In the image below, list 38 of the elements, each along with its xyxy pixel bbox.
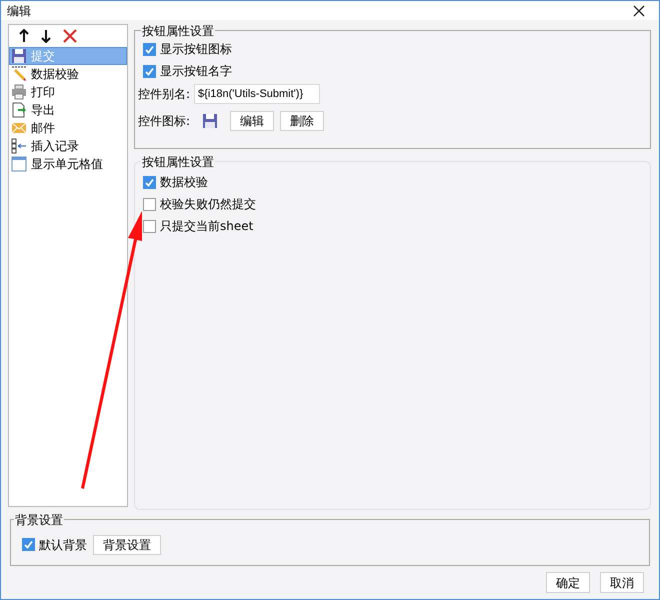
checkbox-option[interactable]: 显示按钮名字 <box>143 63 232 80</box>
down-arrow-icon[interactable] <box>41 29 51 44</box>
background-settings-button[interactable]: 背景设置 <box>93 534 161 555</box>
unchecked-checkbox[interactable] <box>143 220 156 233</box>
printer-icon <box>11 84 27 100</box>
checkbox-option[interactable]: 数据校验 <box>143 174 208 190</box>
save-icon <box>202 113 218 130</box>
delete-icon[interactable] <box>63 29 77 44</box>
checked-checkbox[interactable] <box>143 42 156 56</box>
window-title: 编辑 <box>7 2 31 20</box>
action-item[interactable]: 邮件 <box>9 119 127 138</box>
action-item[interactable]: 显示单元格值 <box>9 155 127 174</box>
checkbox-option[interactable]: 只提交当前sheet <box>143 218 254 234</box>
icon-action-button[interactable]: 编辑 <box>230 111 274 132</box>
icon-label: 控件图标: <box>138 113 190 130</box>
checked-checkbox[interactable] <box>22 538 35 552</box>
checkbox-option[interactable]: 校验失败仍然提交 <box>143 196 256 212</box>
alias-label: 控件别名: <box>138 86 190 104</box>
checked-checkbox[interactable] <box>143 64 156 78</box>
save-icon <box>11 48 27 64</box>
action-item[interactable]: 插入记录 <box>9 137 127 156</box>
checked-checkbox[interactable] <box>143 176 156 189</box>
checkbox-option[interactable]: 默认背景 <box>22 536 87 553</box>
action-item[interactable]: 导出 <box>9 101 127 120</box>
cell-icon <box>11 156 27 172</box>
close-icon[interactable] <box>633 4 645 17</box>
export-icon <box>11 102 27 118</box>
insert-row-icon <box>11 138 27 154</box>
checkbox-option[interactable]: 显示按钮图标 <box>143 41 232 58</box>
up-arrow-icon[interactable] <box>19 29 29 44</box>
dialog-button[interactable]: 确定 <box>546 572 590 593</box>
action-item[interactable]: 打印 <box>9 83 127 102</box>
unchecked-checkbox[interactable] <box>143 198 156 211</box>
action-item[interactable]: 数据校验 <box>9 65 127 84</box>
pencil-icon <box>11 66 27 82</box>
alias-input[interactable]: ${i18n('Utils-Submit')} <box>194 84 320 104</box>
dialog-button[interactable]: 取消 <box>600 572 644 593</box>
icon-action-button[interactable]: 删除 <box>280 111 324 132</box>
